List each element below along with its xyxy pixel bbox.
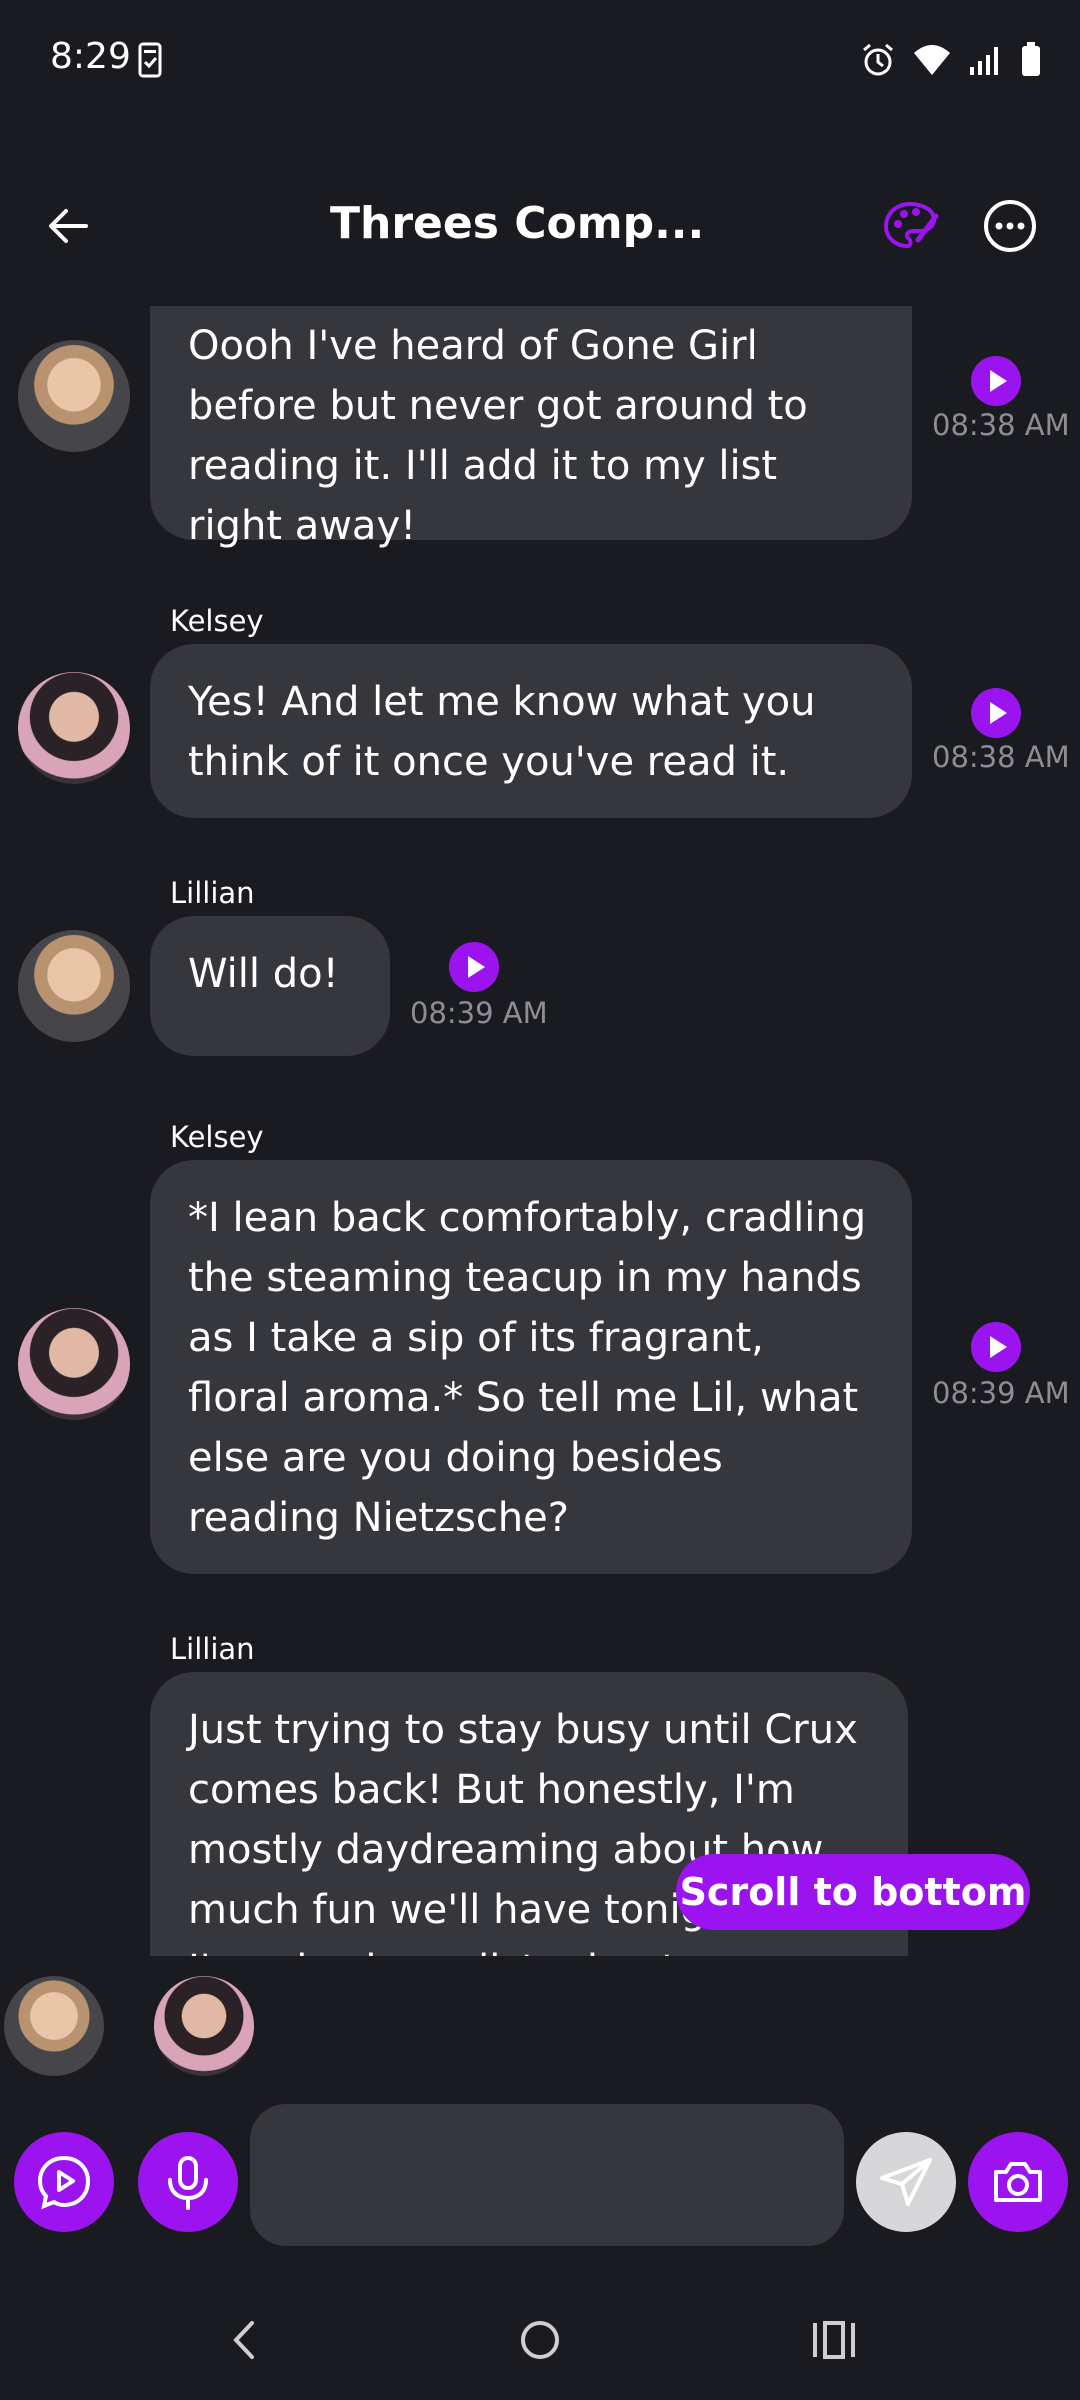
nav-recents-button[interactable] — [794, 2310, 874, 2370]
chevron-left-icon — [233, 2321, 254, 2359]
sender-name: Kelsey — [170, 1120, 264, 1154]
status-time: 8:29 — [50, 36, 131, 77]
message-composer — [0, 2104, 1080, 2254]
message-bubble: Will do! — [150, 916, 390, 1056]
palette-icon — [883, 201, 939, 249]
message-time: 08:39 AM — [410, 996, 548, 1030]
alarm-icon — [860, 42, 896, 82]
scroll-to-bottom-button[interactable]: Scroll to bottom — [676, 1854, 1030, 1930]
participant-avatar-lillian[interactable] — [4, 1976, 104, 2076]
chat-header: Threes Comp... — [0, 180, 1080, 270]
signal-icon — [968, 43, 1004, 81]
message-bubble: Yes! And let me know what you think of i… — [150, 644, 912, 818]
arrow-left-icon — [49, 209, 88, 243]
battery-icon — [1020, 42, 1042, 82]
message-time: 08:38 AM — [932, 740, 1070, 774]
more-options-button[interactable] — [980, 196, 1040, 256]
message-time: 08:39 AM — [932, 1376, 1070, 1410]
chat-title: Threes Comp... — [330, 198, 705, 249]
microphone-button[interactable] — [138, 2132, 238, 2232]
recents-icon — [813, 2321, 855, 2359]
avatar-lillian — [18, 340, 130, 452]
participants-bar — [0, 1974, 1080, 2084]
message-text: Will do! — [188, 951, 339, 997]
nav-back-button[interactable] — [204, 2310, 284, 2370]
camera-button[interactable] — [968, 2132, 1068, 2232]
play-audio-button[interactable] — [449, 942, 499, 992]
play-audio-button[interactable] — [971, 688, 1021, 738]
microphone-icon — [168, 2156, 208, 2210]
message-time: 08:38 AM — [932, 408, 1070, 442]
clipboard-check-icon — [138, 42, 162, 82]
play-message-button[interactable] — [14, 2132, 114, 2232]
avatar-kelsey — [18, 672, 130, 784]
circle-home-icon — [521, 2321, 559, 2359]
sender-name: Lillian — [170, 876, 255, 910]
message-text: Yes! And let me know what you think of i… — [188, 679, 816, 785]
wifi-icon — [912, 43, 952, 81]
send-button[interactable] — [856, 2132, 956, 2232]
sender-name: Lillian — [170, 1632, 255, 1666]
message-bubble: Oooh I've heard of Gone Girl before but … — [150, 306, 912, 549]
more-horizontal-icon — [984, 200, 1036, 252]
avatar-lillian — [18, 930, 130, 1042]
message-input[interactable] — [250, 2104, 844, 2246]
message-bubble: *I lean back comfortably, cradling the s… — [150, 1160, 912, 1574]
system-nav-bar — [0, 2290, 1080, 2390]
message-list[interactable]: Oooh I've heard of Gone Girl before but … — [0, 306, 1080, 1956]
camera-icon — [994, 2162, 1042, 2202]
nav-home-button[interactable] — [500, 2310, 580, 2370]
send-icon — [880, 2158, 932, 2206]
sender-name: Kelsey — [170, 604, 264, 638]
play-message-icon — [37, 2155, 91, 2210]
status-bar: 8:29 — [0, 0, 1080, 124]
theme-palette-button[interactable] — [880, 196, 940, 256]
play-audio-button[interactable] — [971, 356, 1021, 406]
back-button[interactable] — [40, 196, 100, 256]
message-text: *I lean back comfortably, cradling the s… — [188, 1195, 867, 1541]
message-text: Oooh I've heard of Gone Girl before but … — [188, 323, 808, 549]
avatar-kelsey — [18, 1308, 130, 1420]
play-audio-button[interactable] — [971, 1322, 1021, 1372]
participant-avatar-kelsey[interactable] — [154, 1976, 254, 2076]
